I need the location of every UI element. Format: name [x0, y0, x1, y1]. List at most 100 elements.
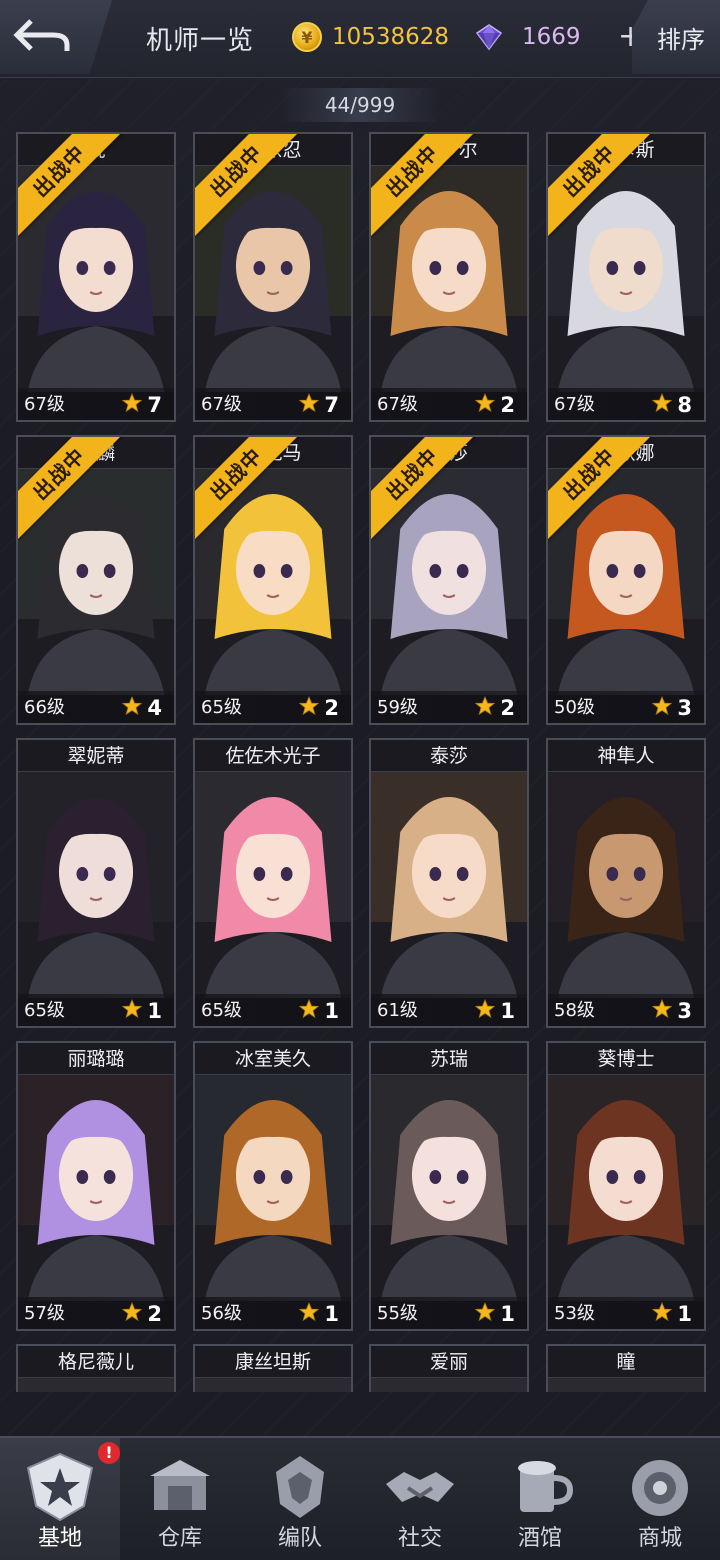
pilot-card[interactable]: 苏瑞 55级 1	[369, 1041, 529, 1331]
pilot-grid[interactable]: 胧 67级 7 出战中 藤原忍 67级 7 出战中	[0, 0, 720, 1392]
pilot-level: 65级	[201, 697, 242, 718]
star-icon	[122, 1302, 142, 1322]
pilot-name: 冰室美久	[195, 1043, 351, 1075]
pilot-card[interactable]: 萨欧娜 50级 3 出战中	[546, 435, 706, 725]
pilot-name: 瞳	[548, 1346, 704, 1378]
pilot-star-count: 4	[147, 696, 162, 720]
nav-formation[interactable]: 编队	[240, 1438, 360, 1560]
pilot-card[interactable]: 影麟 66级 4 出战中	[16, 435, 176, 725]
pilot-card[interactable]: 泰莎 61级 1	[369, 738, 529, 1028]
pilot-portrait	[195, 1075, 351, 1301]
coin-symbol: ¥	[301, 27, 313, 47]
pilot-card[interactable]: 妮莎 59级 2 出战中	[369, 435, 529, 725]
star-icon	[652, 696, 672, 716]
star-icon	[475, 393, 495, 413]
nav-shop[interactable]: 商城	[600, 1438, 720, 1560]
pilot-level: 67级	[554, 394, 595, 415]
pilot-card[interactable]: 爱丽	[369, 1344, 529, 1392]
pilot-name: 佐佐木光子	[195, 740, 351, 772]
pilot-card[interactable]: 乔龙马 65级 2 出战中	[193, 435, 353, 725]
sort-button[interactable]: 排序	[632, 0, 720, 74]
card-footer: 67级 7	[18, 388, 174, 420]
pilot-card[interactable]: 奥卡斯 67级 8 出战中	[546, 132, 706, 422]
pilot-level: 61级	[377, 1000, 418, 1021]
card-footer: 53级 1	[548, 1297, 704, 1329]
pilot-star-count: 3	[677, 696, 692, 720]
pilot-card[interactable]: 葵博士 53级 1	[546, 1041, 706, 1331]
nav-label: 仓库	[157, 1526, 202, 1551]
gold-coin-icon: ¥	[292, 22, 322, 52]
card-footer: 66级 4	[18, 691, 174, 723]
star-icon	[299, 999, 319, 1019]
shop-icon	[620, 1450, 700, 1524]
pilot-star-count: 1	[500, 999, 515, 1023]
card-footer: 59级 2	[371, 691, 527, 723]
pilot-level: 59级	[377, 697, 418, 718]
card-footer: 67级 7	[195, 388, 351, 420]
pilot-star-count: 2	[500, 696, 515, 720]
pilot-portrait	[18, 1378, 174, 1392]
pilot-level: 55级	[377, 1303, 418, 1324]
star-icon	[475, 1302, 495, 1322]
notification-badge: !	[98, 1442, 120, 1464]
nav-warehouse[interactable]: 仓库	[120, 1438, 240, 1560]
pilot-level: 67级	[201, 394, 242, 415]
pilot-level: 67级	[377, 394, 418, 415]
pilot-portrait	[548, 1075, 704, 1301]
nav-label: 基地	[37, 1526, 82, 1551]
pilot-portrait	[195, 1378, 351, 1392]
star-icon	[652, 393, 672, 413]
pilot-card[interactable]: 胧 67级 7 出战中	[16, 132, 176, 422]
warehouse-icon	[140, 1450, 220, 1524]
star-icon	[475, 696, 495, 716]
card-footer: 65级 1	[195, 994, 351, 1026]
pilot-name: 翠妮蒂	[18, 740, 174, 772]
back-button[interactable]	[0, 0, 112, 74]
gold-counter: ¥ 10538628	[292, 18, 449, 56]
pilot-portrait	[371, 772, 527, 998]
pilot-star-count: 3	[677, 999, 692, 1023]
card-footer: 50级 3	[548, 691, 704, 723]
card-footer: 58级 3	[548, 994, 704, 1026]
pilot-name: 丽璐璐	[18, 1043, 174, 1075]
pilot-card[interactable]: 茱萝尔 67级 2 出战中	[369, 132, 529, 422]
diamond-gem-icon	[475, 24, 503, 51]
pilot-level: 57级	[24, 1303, 65, 1324]
card-footer: 65级 1	[18, 994, 174, 1026]
pilot-name: 葵博士	[548, 1043, 704, 1075]
pilot-level: 66级	[24, 697, 65, 718]
pilot-star-count: 1	[147, 999, 162, 1023]
nav-base-emblem[interactable]: 基地!	[0, 1438, 120, 1560]
card-footer: 67级 2	[371, 388, 527, 420]
nav-handshake[interactable]: 社交	[360, 1438, 480, 1560]
nav-label: 社交	[397, 1526, 442, 1551]
pilot-portrait	[548, 1378, 704, 1392]
nav-label: 酒馆	[517, 1526, 562, 1551]
pilot-card[interactable]: 佐佐木光子 65级 1	[193, 738, 353, 1028]
pilot-portrait	[548, 772, 704, 998]
pilot-level: 65级	[201, 1000, 242, 1021]
pilot-card[interactable]: 翠妮蒂 65级 1	[16, 738, 176, 1028]
handshake-icon	[380, 1450, 460, 1524]
base-emblem-icon	[20, 1450, 100, 1524]
pilot-star-count: 2	[500, 393, 515, 417]
pilot-star-count: 7	[147, 393, 162, 417]
card-footer: 56级 1	[195, 1297, 351, 1329]
pilot-portrait	[195, 772, 351, 998]
pilot-star-count: 8	[677, 393, 692, 417]
pilot-name: 格尼薇儿	[18, 1346, 174, 1378]
back-arrow-icon	[13, 19, 70, 51]
pilot-card[interactable]: 丽璐璐 57级 2	[16, 1041, 176, 1331]
pilot-card[interactable]: 冰室美久 56级 1	[193, 1041, 353, 1331]
pilot-portrait	[371, 1075, 527, 1301]
pilot-card[interactable]: 瞳	[546, 1344, 706, 1392]
star-icon	[299, 696, 319, 716]
pilot-star-count: 2	[147, 1302, 162, 1326]
pilot-card[interactable]: 神隼人 58级 3	[546, 738, 706, 1028]
pilot-card[interactable]: 康丝坦斯	[193, 1344, 353, 1392]
card-footer: 61级 1	[371, 994, 527, 1026]
pilot-card[interactable]: 格尼薇儿	[16, 1344, 176, 1392]
nav-tavern-mug[interactable]: 酒馆	[480, 1438, 600, 1560]
pilot-card[interactable]: 藤原忍 67级 7 出战中	[193, 132, 353, 422]
star-icon	[122, 696, 142, 716]
